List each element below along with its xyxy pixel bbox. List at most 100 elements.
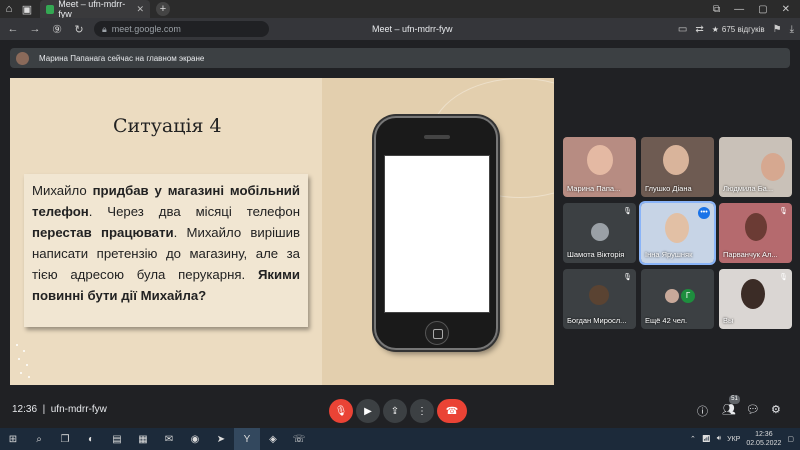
participant-tile[interactable]: 🎙︎ Шамота Вікторія: [563, 203, 636, 263]
shared-screen: Ситуація 4 Михайло придбав у магазині мо…: [10, 78, 554, 385]
windows-taskbar: ⊞ ⌕ ❐ ◐ ▤ ▦ ✉ ◉ ➤ Y ◈ ☏ ⌃ 📶︎ 🔊︎ УКР 12:3…: [0, 428, 800, 450]
participant-video: [663, 145, 689, 175]
participant-avatar: [665, 289, 679, 303]
close-window-icon[interactable]: ✕: [782, 4, 790, 15]
meet-favicon-icon: [46, 4, 55, 14]
present-screen-button[interactable]: ⇪: [383, 399, 407, 423]
bookmark-icon[interactable]: ⚑: [773, 24, 782, 35]
mic-off-icon: 🎙︎: [779, 274, 788, 281]
address-bar-row: ← → ⑨ ↻ 🔒︎ meet.google.com Meet – ufn-md…: [0, 18, 800, 40]
slide-text: Михайло придбав у магазині мобільний тел…: [32, 180, 300, 306]
self-video: [741, 279, 765, 309]
end-call-button[interactable]: ☎: [437, 399, 467, 423]
back-icon[interactable]: ←: [6, 23, 20, 35]
edge-icon[interactable]: ◐: [78, 428, 104, 450]
address-bar-actions: ▭ ⇄ ★ 675 відгуків ⚑ ⤓: [678, 24, 794, 35]
tray-chevron-icon[interactable]: ⌃: [690, 435, 696, 443]
tab-title: Meet – ufn-mdrr-fyw: [58, 0, 126, 19]
task-view-icon[interactable]: ❐: [52, 428, 78, 450]
participant-video: [745, 213, 767, 241]
more-options-icon[interactable]: •••: [698, 207, 710, 219]
participant-tile[interactable]: 🎙︎ Вы: [719, 269, 792, 329]
yandex-browser-icon[interactable]: Y: [234, 428, 260, 450]
participant-tile[interactable]: Глушко Діана: [641, 137, 714, 197]
app-icon[interactable]: ◈: [260, 428, 286, 450]
participant-name: Парванчук Ал...: [723, 250, 778, 259]
reload-icon[interactable]: ↻: [72, 23, 86, 36]
participant-tile[interactable]: ••• Інна Ярушняк: [639, 201, 716, 265]
url-field[interactable]: 🔒︎ meet.google.com: [94, 21, 269, 37]
meeting-time: 12:36: [12, 404, 38, 415]
text-part: Михайло: [32, 183, 93, 198]
more-options-button[interactable]: ⋮: [410, 399, 434, 423]
slide-textbox: Михайло придбав у магазині мобільний тел…: [24, 174, 308, 327]
presenting-notice-text: Марина Папанага сейчас на главном экране: [39, 53, 205, 63]
camera-permission-icon[interactable]: ▭: [678, 24, 687, 35]
participant-tile[interactable]: Г Ещё 42 чел.: [641, 269, 714, 329]
file-explorer-icon[interactable]: ▤: [104, 428, 130, 450]
taskbar-clock[interactable]: 12:36 02.05.2022: [746, 430, 781, 448]
close-tab-icon[interactable]: ✕: [136, 4, 144, 15]
tab-meet[interactable]: Meet – ufn-mdrr-fyw ✕: [40, 0, 150, 19]
mic-toggle-button[interactable]: 🎙︎: [329, 399, 353, 423]
participant-tile[interactable]: Людмила Ба...: [719, 137, 792, 197]
slide-title: Ситуація 4: [113, 115, 222, 137]
chat-icon[interactable]: 💬︎: [746, 403, 760, 416]
slide-dots-decoration: [14, 340, 34, 380]
translate-icon[interactable]: ⇄: [695, 24, 703, 35]
participant-name: Глушко Діана: [645, 184, 692, 193]
presenting-notice: Марина Папанага сейчас на главном экране: [10, 48, 790, 68]
new-tab-button[interactable]: +: [156, 2, 170, 16]
reviews-text: 675 відгуків: [721, 24, 765, 34]
meeting-code: ufn-mdrr-fyw: [50, 404, 107, 415]
participant-avatar: [589, 285, 609, 305]
reviews-badge[interactable]: ★ 675 відгуків: [712, 25, 765, 34]
yandex-icon[interactable]: ⑨: [50, 23, 64, 36]
volume-icon[interactable]: 🔊︎: [717, 435, 721, 443]
participant-video: [587, 145, 613, 175]
activities-icon[interactable]: ⚙: [771, 403, 781, 416]
people-count-badge: 51: [729, 395, 740, 404]
notifications-icon[interactable]: ▢: [787, 435, 794, 443]
mic-off-icon: 🎙︎: [623, 274, 632, 281]
mail-icon[interactable]: ✉: [156, 428, 182, 450]
home-icon[interactable]: ⌂: [0, 0, 18, 18]
store-icon[interactable]: ▦: [130, 428, 156, 450]
search-icon[interactable]: ⌕: [26, 428, 52, 450]
viber-icon[interactable]: ☏: [286, 428, 312, 450]
people-icon[interactable]: 👥︎: [722, 403, 736, 416]
downloads-icon[interactable]: ⤓: [790, 24, 794, 35]
system-tray: ⌃ 📶︎ 🔊︎ УКР 12:36 02.05.2022 ▢: [690, 430, 800, 448]
phone-home-button: [425, 321, 449, 345]
extensions-icon[interactable]: ⧉: [713, 4, 720, 15]
lock-icon: 🔒︎: [102, 23, 107, 34]
phone-illustration: [374, 116, 498, 350]
participant-name: Інна Ярушняк: [645, 250, 693, 259]
camera-toggle-button[interactable]: ▶: [356, 399, 380, 423]
phone-speaker: [424, 135, 450, 139]
network-icon[interactable]: 📶︎: [702, 435, 711, 443]
participant-tile[interactable]: 🎙︎ Богдан Миросл...: [563, 269, 636, 329]
participant-tile[interactable]: Марина Папа...: [563, 137, 636, 197]
meeting-info-icon[interactable]: ⓘ: [697, 403, 708, 419]
mic-off-icon: 🎙︎: [623, 208, 632, 215]
mic-off-icon: 🎙︎: [779, 208, 788, 215]
participant-video: [761, 153, 785, 181]
participant-name: Марина Папа...: [567, 184, 621, 193]
chrome-icon[interactable]: ◉: [182, 428, 208, 450]
participant-tile[interactable]: 🎙︎ Парванчук Ал...: [719, 203, 792, 263]
participant-avatar-letter: Г: [681, 289, 695, 303]
maximize-icon[interactable]: ▢: [758, 4, 767, 15]
windows-start-icon[interactable]: ⊞: [0, 428, 26, 450]
presenter-avatar: [16, 51, 29, 65]
telegram-icon[interactable]: ➤: [208, 428, 234, 450]
window-controls: ⧉ — ▢ ✕: [713, 4, 800, 15]
forward-icon[interactable]: →: [28, 23, 42, 35]
page-title: Meet – ufn-mdrr-fyw: [372, 24, 453, 34]
minimize-icon[interactable]: —: [734, 4, 744, 15]
text-bold: перестав працювати: [32, 225, 174, 240]
participant-name: Ещё 42 чел.: [645, 316, 688, 325]
language-indicator[interactable]: УКР: [727, 436, 740, 443]
meeting-controls: 12:36 | ufn-mdrr-fyw 🎙︎ ▶ ⇪ ⋮ ☎ ⓘ 👥︎ 51 …: [0, 394, 800, 428]
tab-group-icon[interactable]: ▣: [18, 0, 36, 18]
